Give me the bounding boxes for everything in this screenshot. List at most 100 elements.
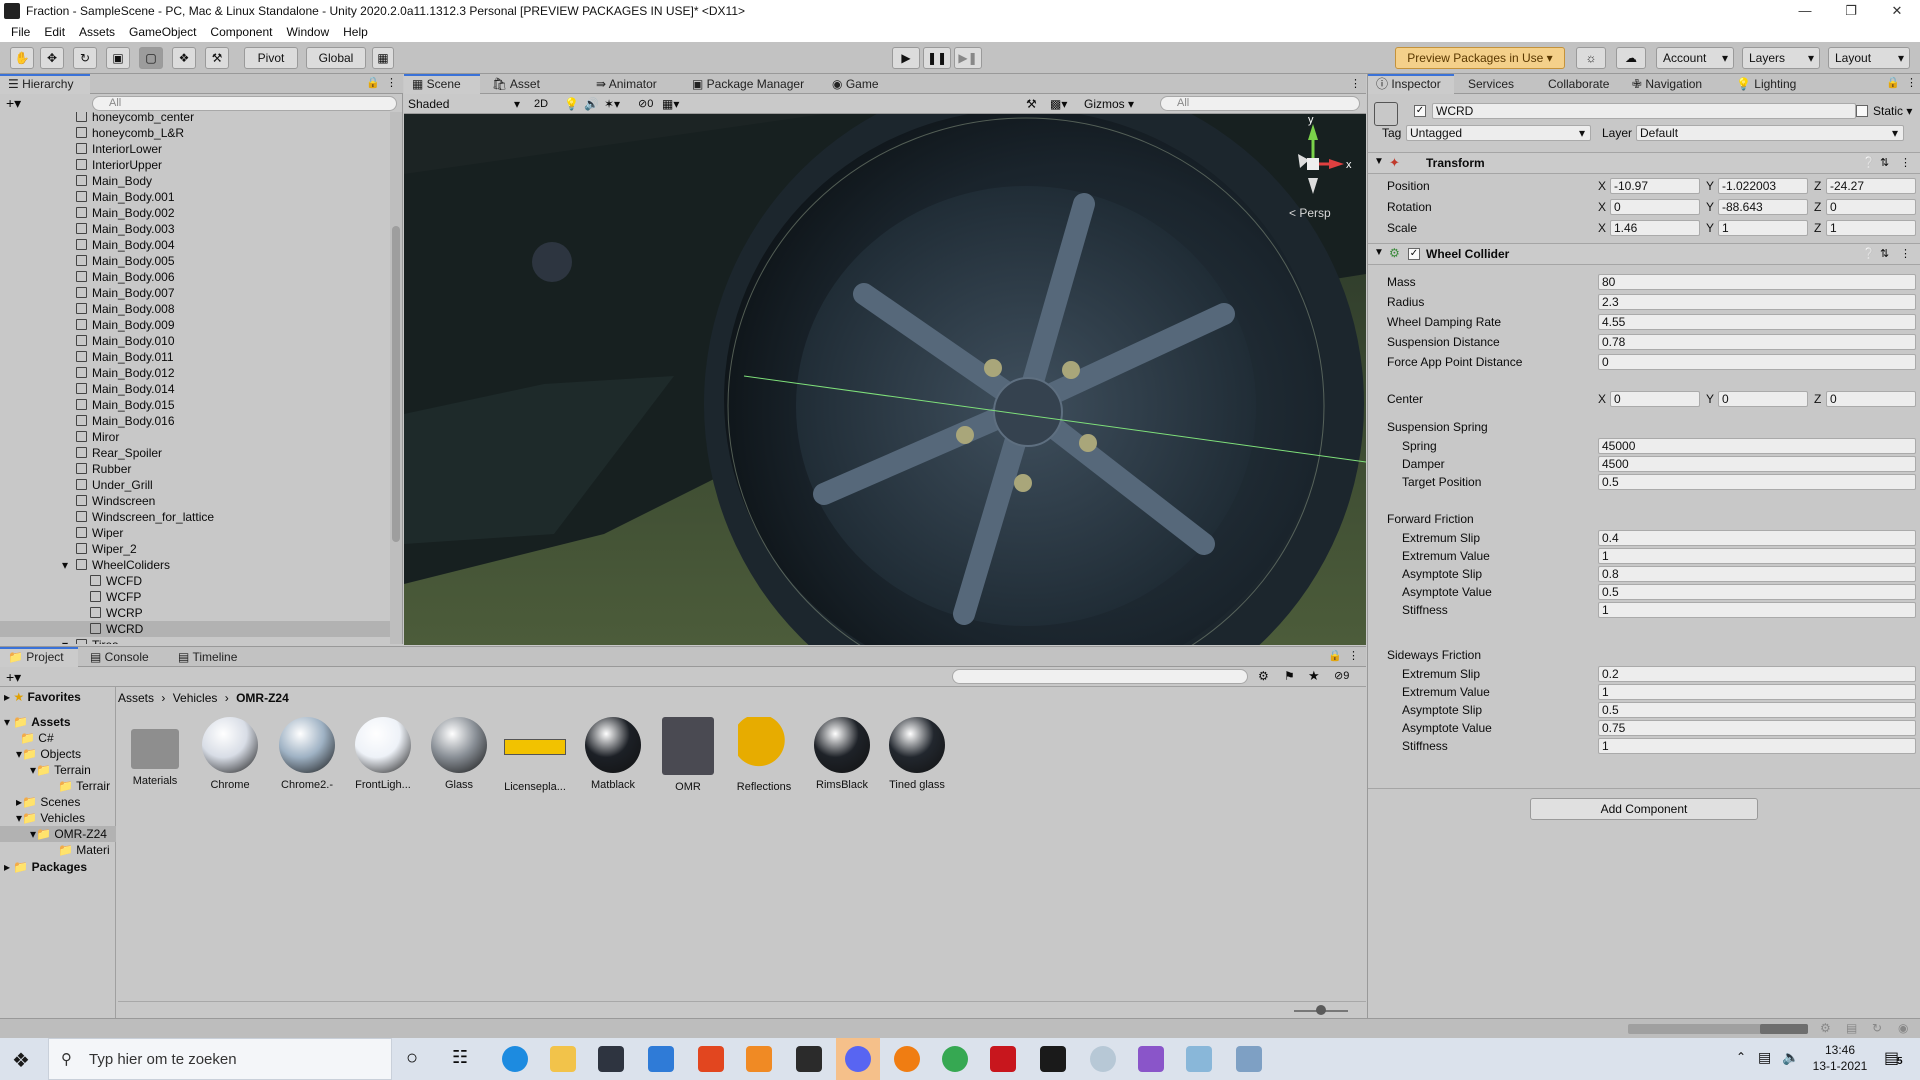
file-explorer-icon[interactable]	[550, 1046, 576, 1072]
field-input[interactable]: 0.75	[1598, 720, 1916, 736]
lock-icon[interactable]: 🔒	[366, 76, 380, 89]
lighting-toggle-icon[interactable]: 💡	[564, 96, 579, 112]
custom-tool-icon[interactable]: ⚒	[205, 47, 229, 69]
clock[interactable]: 13:46 13-1-2021	[1800, 1042, 1880, 1074]
kebab-menu-icon[interactable]: ⋮	[386, 76, 397, 89]
scale-tool-icon[interactable]: ▣	[106, 47, 130, 69]
tab-navigation[interactable]: ✙ Navigation	[1624, 74, 1724, 94]
active-checkbox[interactable]: ✓	[1414, 105, 1426, 117]
hierarchy-item[interactable]: Main_Body.009	[0, 317, 390, 333]
field-input[interactable]: 80	[1598, 274, 1916, 290]
menu-assets[interactable]: Assets	[72, 22, 122, 42]
breadcrumb-omr-z24[interactable]: OMR-Z24	[236, 691, 289, 705]
visual-studio-icon[interactable]	[1138, 1046, 1164, 1072]
kebab-menu-icon[interactable]: ⋮	[1350, 77, 1361, 90]
asset-item[interactable]: Chrome2.-	[270, 717, 344, 791]
menu-edit[interactable]: Edit	[37, 22, 72, 42]
notepad-icon[interactable]	[1186, 1046, 1212, 1072]
hierarchy-item[interactable]: Wiper	[0, 525, 390, 541]
hierarchy-item[interactable]: WCRD	[0, 621, 390, 637]
field-input[interactable]: 0	[1598, 354, 1916, 370]
hierarchy-item[interactable]: Main_Body.008	[0, 301, 390, 317]
transform-tool-icon[interactable]: ❖	[172, 47, 196, 69]
global-toggle[interactable]: Global	[306, 47, 366, 69]
tree-terrain-child[interactable]: 📁 Terrair	[58, 778, 110, 794]
field-input[interactable]: 45000	[1598, 438, 1916, 454]
tree-objects[interactable]: ▾📁 Objects	[16, 746, 81, 762]
hierarchy-item[interactable]: Windscreen_for_lattice	[0, 509, 390, 525]
foldout-arrow-icon[interactable]: ▼	[1374, 247, 1384, 258]
hierarchy-item[interactable]: Main_Body.016	[0, 413, 390, 429]
sync-icon[interactable]: ↻	[1872, 1021, 1882, 1035]
layer-dropdown[interactable]: Default ▾	[1636, 125, 1904, 141]
asset-item[interactable]: Licensepla...	[498, 717, 572, 793]
tree-csharp[interactable]: 📁 C#	[20, 730, 54, 746]
rotate-tool-icon[interactable]: ↻	[73, 47, 97, 69]
position-x-field[interactable]: -10.97	[1610, 178, 1700, 194]
kebab-menu-icon[interactable]: ⋮	[1900, 156, 1911, 169]
field-input[interactable]: 2.3	[1598, 294, 1916, 310]
hierarchy-item[interactable]: Main_Body	[0, 173, 390, 189]
persp-label[interactable]: < Persp	[1289, 206, 1331, 220]
hierarchy-item[interactable]: Under_Grill	[0, 477, 390, 493]
menu-window[interactable]: Window	[279, 22, 336, 42]
foldout-arrow-icon[interactable]: ▾	[62, 557, 68, 573]
search-by-type-icon[interactable]: ⚙	[1258, 669, 1269, 683]
cloud-icon[interactable]: ☁	[1616, 47, 1646, 69]
hierarchy-item[interactable]: Main_Body.012	[0, 365, 390, 381]
hierarchy-item[interactable]: WCRP	[0, 605, 390, 621]
field-input[interactable]: 1	[1598, 738, 1916, 754]
tab-services[interactable]: Services	[1460, 74, 1532, 94]
rect-tool-icon[interactable]: ▢	[139, 47, 163, 69]
tree-vehicles[interactable]: ▾📁 Vehicles	[16, 810, 85, 826]
windows-start-icon[interactable]: ❖	[12, 1048, 30, 1073]
hierarchy-item[interactable]: ▾ WheelColiders	[0, 557, 390, 573]
position-y-field[interactable]: -1.022003	[1718, 178, 1808, 194]
preset-icon[interactable]: ⇅	[1880, 247, 1889, 260]
vlc-icon[interactable]	[746, 1046, 772, 1072]
hidden-packages-toggle[interactable]: ⊘9	[1334, 669, 1349, 682]
hierarchy-item[interactable]: Rear_Spoiler	[0, 445, 390, 461]
tree-scenes[interactable]: ▸📁 Scenes	[16, 794, 80, 810]
tray-chevron-up-icon[interactable]: ⌃	[1736, 1050, 1746, 1064]
blender-icon[interactable]	[894, 1046, 920, 1072]
static-checkbox[interactable]	[1856, 105, 1868, 117]
tab-project[interactable]: 📁 Project	[0, 647, 78, 667]
tab-collaborate[interactable]: Collaborate	[1540, 74, 1630, 94]
move-tool-icon[interactable]: ✥	[40, 47, 64, 69]
wheel-collider-enabled-checkbox[interactable]: ✓	[1408, 248, 1420, 260]
tab-console[interactable]: ▤ Console	[82, 647, 160, 667]
services-icon[interactable]: ☼	[1576, 47, 1606, 69]
asset-item[interactable]: Glass	[422, 717, 496, 791]
create-plus-icon[interactable]: +▾	[6, 668, 21, 686]
tab-package-manager[interactable]: ▣ Package Manager	[684, 74, 814, 94]
layout-dropdown[interactable]: Layout ▾	[1828, 47, 1910, 69]
hierarchy-item[interactable]: Main_Body.005	[0, 253, 390, 269]
asset-item[interactable]: Reflections	[727, 717, 801, 793]
kebab-menu-icon[interactable]: ⋮	[1906, 76, 1917, 89]
scene-search-input[interactable]: All	[1160, 96, 1360, 111]
calculator-icon[interactable]	[1236, 1046, 1262, 1072]
wheel-collider-header[interactable]: ▼ ⚙ ✓ Wheel Collider ❔ ⇅ ⋮	[1368, 243, 1920, 265]
transform-header[interactable]: ▼ ✦ Transform ❔ ⇅ ⋮	[1368, 152, 1920, 174]
hierarchy-item[interactable]: WCFD	[0, 573, 390, 589]
search-by-label-icon[interactable]: ⚑	[1284, 669, 1295, 683]
notifications-button[interactable]: ▤ 5	[1884, 1048, 1908, 1070]
cache-icon[interactable]: ▤	[1846, 1021, 1857, 1035]
hierarchy-item[interactable]: Main_Body.003	[0, 221, 390, 237]
rotation-z-field[interactable]: 0	[1826, 199, 1916, 215]
field-input[interactable]: 4.55	[1598, 314, 1916, 330]
tree-assets[interactable]: ▾ 📁 Assets	[4, 714, 71, 730]
menu-component[interactable]: Component	[203, 22, 279, 42]
grid-toggle-icon[interactable]: ▦▾	[662, 96, 679, 112]
foldout-arrow-icon[interactable]: ▼	[1374, 156, 1384, 167]
snap-icon[interactable]: ▦	[372, 47, 394, 69]
hierarchy-item[interactable]: Main_Body.014	[0, 381, 390, 397]
play-button[interactable]: ▶	[892, 47, 920, 69]
hierarchy-item[interactable]: Main_Body.010	[0, 333, 390, 349]
hierarchy-item[interactable]: honeycomb_L&R	[0, 125, 390, 141]
network-icon[interactable]: ▤	[1758, 1049, 1771, 1066]
breadcrumb-vehicles[interactable]: Vehicles	[173, 691, 218, 705]
preset-icon[interactable]: ⇅	[1880, 156, 1889, 169]
debug-icon[interactable]: ⚙	[1820, 1021, 1831, 1035]
